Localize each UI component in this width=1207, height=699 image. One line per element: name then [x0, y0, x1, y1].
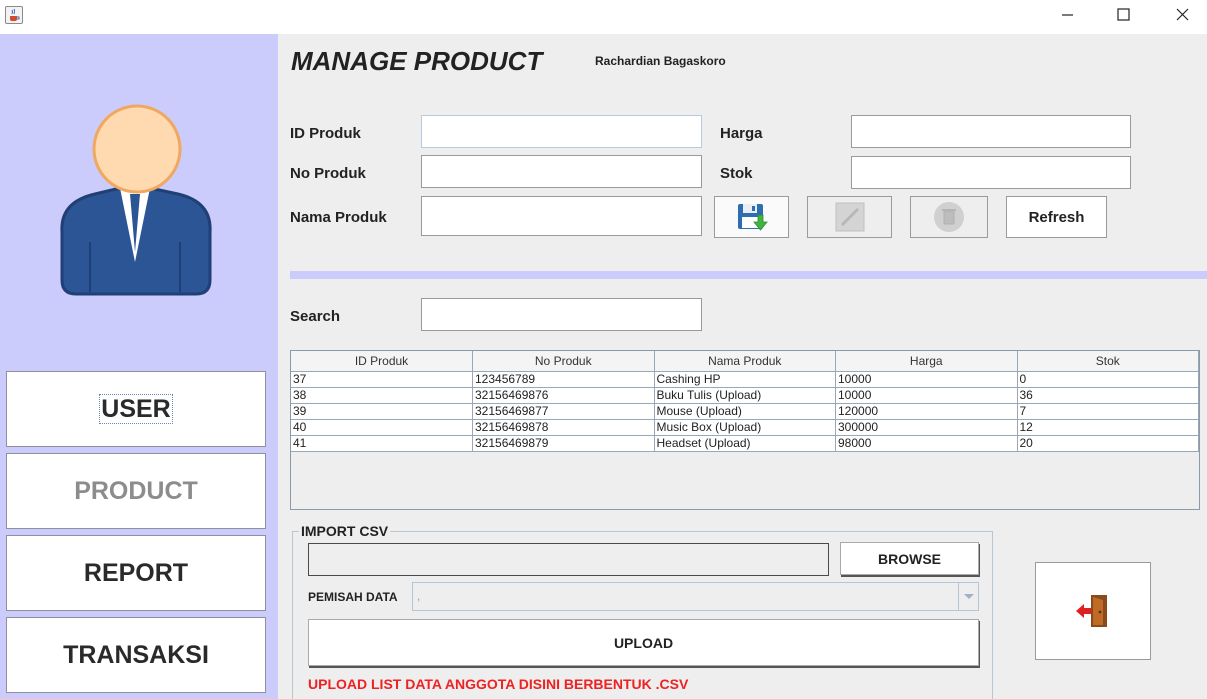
delete-button[interactable] [910, 196, 988, 238]
column-header-harga[interactable]: Harga [835, 351, 1018, 372]
search-label: Search [290, 308, 341, 325]
trash-icon [934, 202, 964, 232]
nama-produk-label: Nama Produk [290, 209, 387, 226]
separator-select[interactable]: , [412, 582, 979, 611]
cell-nama: Headset (Upload) [654, 435, 836, 452]
no-produk-label: No Produk [290, 165, 366, 182]
table-row[interactable]: 40 32156469878 Music Box (Upload) 300000… [291, 419, 1199, 436]
separator-value: , [417, 589, 421, 603]
cell-stok: 36 [1017, 387, 1199, 404]
stok-label: Stok [720, 165, 753, 182]
browse-button[interactable]: BROWSE [840, 542, 979, 575]
cell-stok: 20 [1017, 435, 1199, 452]
close-icon [1176, 8, 1189, 21]
cell-harga: 300000 [835, 419, 1018, 436]
search-input[interactable] [421, 298, 702, 331]
upload-button[interactable]: UPLOAD [308, 619, 979, 666]
edit-button[interactable] [807, 196, 892, 238]
cell-harga: 120000 [835, 403, 1018, 420]
cell-nama: Buku Tulis (Upload) [654, 387, 836, 404]
maximize-button[interactable] [1100, 0, 1146, 32]
nav-product-button[interactable]: PRODUCT [6, 453, 266, 529]
exit-button[interactable] [1035, 562, 1151, 660]
table-header-row: ID Produk No Produk Nama Produk Harga St… [291, 351, 1199, 372]
id-produk-label: ID Produk [290, 125, 361, 142]
cell-stok: 12 [1017, 419, 1199, 436]
refresh-label: Refresh [1028, 208, 1085, 226]
sidebar: USER PRODUCT REPORT TRANSAKSI [0, 34, 278, 699]
cell-id: 39 [291, 403, 473, 420]
table-row[interactable]: 37 123456789 Cashing HP 10000 0 [291, 371, 1199, 388]
nav-user-button[interactable]: USER [6, 371, 266, 447]
user-name: Rachardian Bagaskoro [595, 54, 726, 68]
user-avatar-icon [50, 102, 220, 302]
minimize-button[interactable] [1044, 0, 1090, 32]
cell-id: 40 [291, 419, 473, 436]
column-header-id[interactable]: ID Produk [291, 351, 473, 372]
upload-instruction: UPLOAD LIST DATA ANGGOTA DISINI BERBENTU… [308, 676, 689, 692]
cell-id: 37 [291, 371, 473, 388]
cell-nama: Cashing HP [654, 371, 836, 388]
cell-nama: Music Box (Upload) [654, 419, 836, 436]
cell-stok: 0 [1017, 371, 1199, 388]
exit-door-icon [1076, 595, 1107, 627]
nav-product-label: PRODUCT [74, 476, 198, 505]
cell-no: 32156469876 [472, 387, 655, 404]
java-cup-icon [5, 6, 23, 24]
chevron-down-icon[interactable] [958, 583, 978, 610]
import-csv-title: IMPORT CSV [299, 523, 391, 539]
minimize-icon [1062, 14, 1073, 16]
edit-icon [835, 202, 864, 232]
cell-id: 41 [291, 435, 473, 452]
cell-id: 38 [291, 387, 473, 404]
column-header-nama[interactable]: Nama Produk [654, 351, 836, 372]
refresh-button[interactable]: Refresh [1006, 196, 1107, 238]
page-title: MANAGE PRODUCT [291, 46, 543, 76]
cell-no: 32156469877 [472, 403, 655, 420]
cell-no: 32156469878 [472, 419, 655, 436]
save-button[interactable] [714, 196, 789, 238]
cell-no: 32156469879 [472, 435, 655, 452]
window-titlebar [0, 0, 1207, 34]
cell-harga: 10000 [835, 371, 1018, 388]
cell-stok: 7 [1017, 403, 1199, 420]
csv-file-path-field[interactable] [308, 543, 829, 576]
nav-report-button[interactable]: REPORT [6, 535, 266, 611]
column-header-no[interactable]: No Produk [472, 351, 655, 372]
cell-no: 123456789 [472, 371, 655, 388]
harga-input[interactable] [851, 115, 1131, 148]
nav-transaksi-label: TRANSAKSI [63, 640, 209, 669]
table-row[interactable]: 39 32156469877 Mouse (Upload) 120000 7 [291, 403, 1199, 420]
nav-transaksi-button[interactable]: TRANSAKSI [6, 617, 266, 693]
nav-user-label: USER [99, 394, 173, 424]
id-produk-input[interactable] [421, 115, 702, 148]
table-row[interactable]: 41 32156469879 Headset (Upload) 98000 20 [291, 435, 1199, 452]
column-header-stok[interactable]: Stok [1017, 351, 1199, 372]
product-table[interactable]: ID Produk No Produk Nama Produk Harga St… [290, 350, 1200, 510]
cell-harga: 10000 [835, 387, 1018, 404]
save-floppy-icon [737, 204, 768, 231]
stok-input[interactable] [851, 156, 1131, 189]
import-csv-panel: IMPORT CSV BROWSE PEMISAH DATA , UPLOAD … [292, 523, 993, 699]
table-row[interactable]: 38 32156469876 Buku Tulis (Upload) 10000… [291, 387, 1199, 404]
nama-produk-input[interactable] [421, 196, 702, 236]
main-panel: MANAGE PRODUCT Rachardian Bagaskoro ID P… [278, 34, 1207, 699]
separator-label: PEMISAH DATA [308, 590, 398, 604]
no-produk-input[interactable] [421, 155, 702, 188]
cell-harga: 98000 [835, 435, 1018, 452]
section-divider [290, 271, 1207, 279]
harga-label: Harga [720, 125, 763, 142]
cell-nama: Mouse (Upload) [654, 403, 836, 420]
maximize-icon [1117, 8, 1130, 21]
nav-report-label: REPORT [83, 558, 189, 587]
close-button[interactable] [1158, 0, 1204, 32]
